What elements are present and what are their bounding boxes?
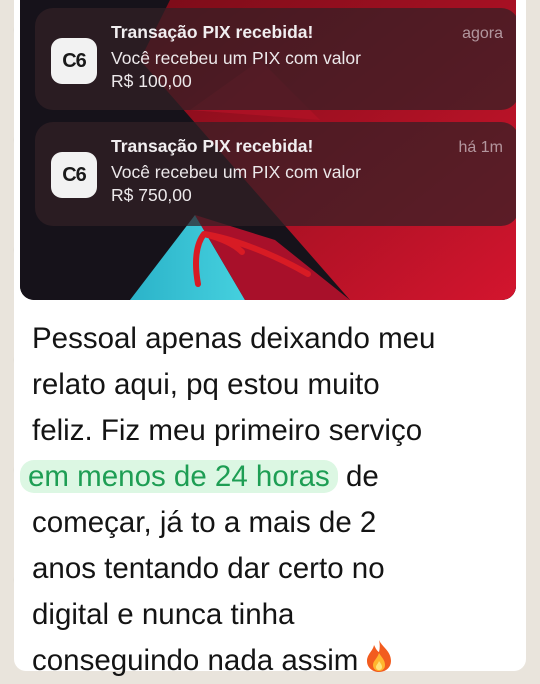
message-line: feliz. Fiz meu primeiro serviço — [32, 414, 423, 447]
fire-emoji-icon — [367, 640, 392, 672]
message-line: anos tentando dar certo no — [32, 552, 385, 585]
message-line: Pessoal apenas deixando meu — [32, 322, 436, 355]
message-line: em menos de 24 horas de — [20, 454, 502, 500]
notification-card[interactable]: C6 Transação PIX recebida! há 1m Você re… — [35, 122, 516, 226]
c6-app-icon: C6 — [51, 38, 97, 84]
message-line-text: conseguindo nada assim — [32, 644, 359, 677]
notification-body-line: Você recebeu um PIX com valor — [111, 48, 361, 68]
notification-screenshot[interactable]: C6 Transação PIX recebida! agora Você re… — [20, 0, 516, 300]
message-line: digital e nunca tinha — [32, 598, 295, 631]
notification-time: há 1m — [458, 139, 503, 156]
notification-amount: R$ 100,00 — [111, 71, 192, 91]
notification-title: Transação PIX recebida! — [111, 22, 314, 42]
notification-body: Você recebeu um PIX com valor R$ 100,00 — [111, 47, 491, 93]
notification-card[interactable]: C6 Transação PIX recebida! agora Você re… — [35, 8, 516, 110]
notification-amount: R$ 750,00 — [111, 185, 192, 205]
message-text: Pessoal apenas deixando meu relato aqui,… — [20, 316, 502, 684]
highlighted-text: em menos de 24 horas — [20, 460, 338, 493]
red-arrow-icon — [193, 231, 311, 287]
notification-body-line: Você recebeu um PIX com valor — [111, 162, 361, 182]
message-line-rest: de — [345, 460, 379, 493]
notification-title: Transação PIX recebida! — [111, 136, 314, 156]
message-line: relato aqui, pq estou muito — [32, 368, 380, 401]
notification-time: agora — [462, 25, 503, 42]
message-line: começar, já to a mais de 2 — [32, 506, 377, 539]
c6-app-icon: C6 — [51, 152, 97, 198]
notification-body: Você recebeu um PIX com valor R$ 750,00 — [111, 161, 491, 207]
message-line: conseguindo nada assim — [32, 638, 502, 684]
